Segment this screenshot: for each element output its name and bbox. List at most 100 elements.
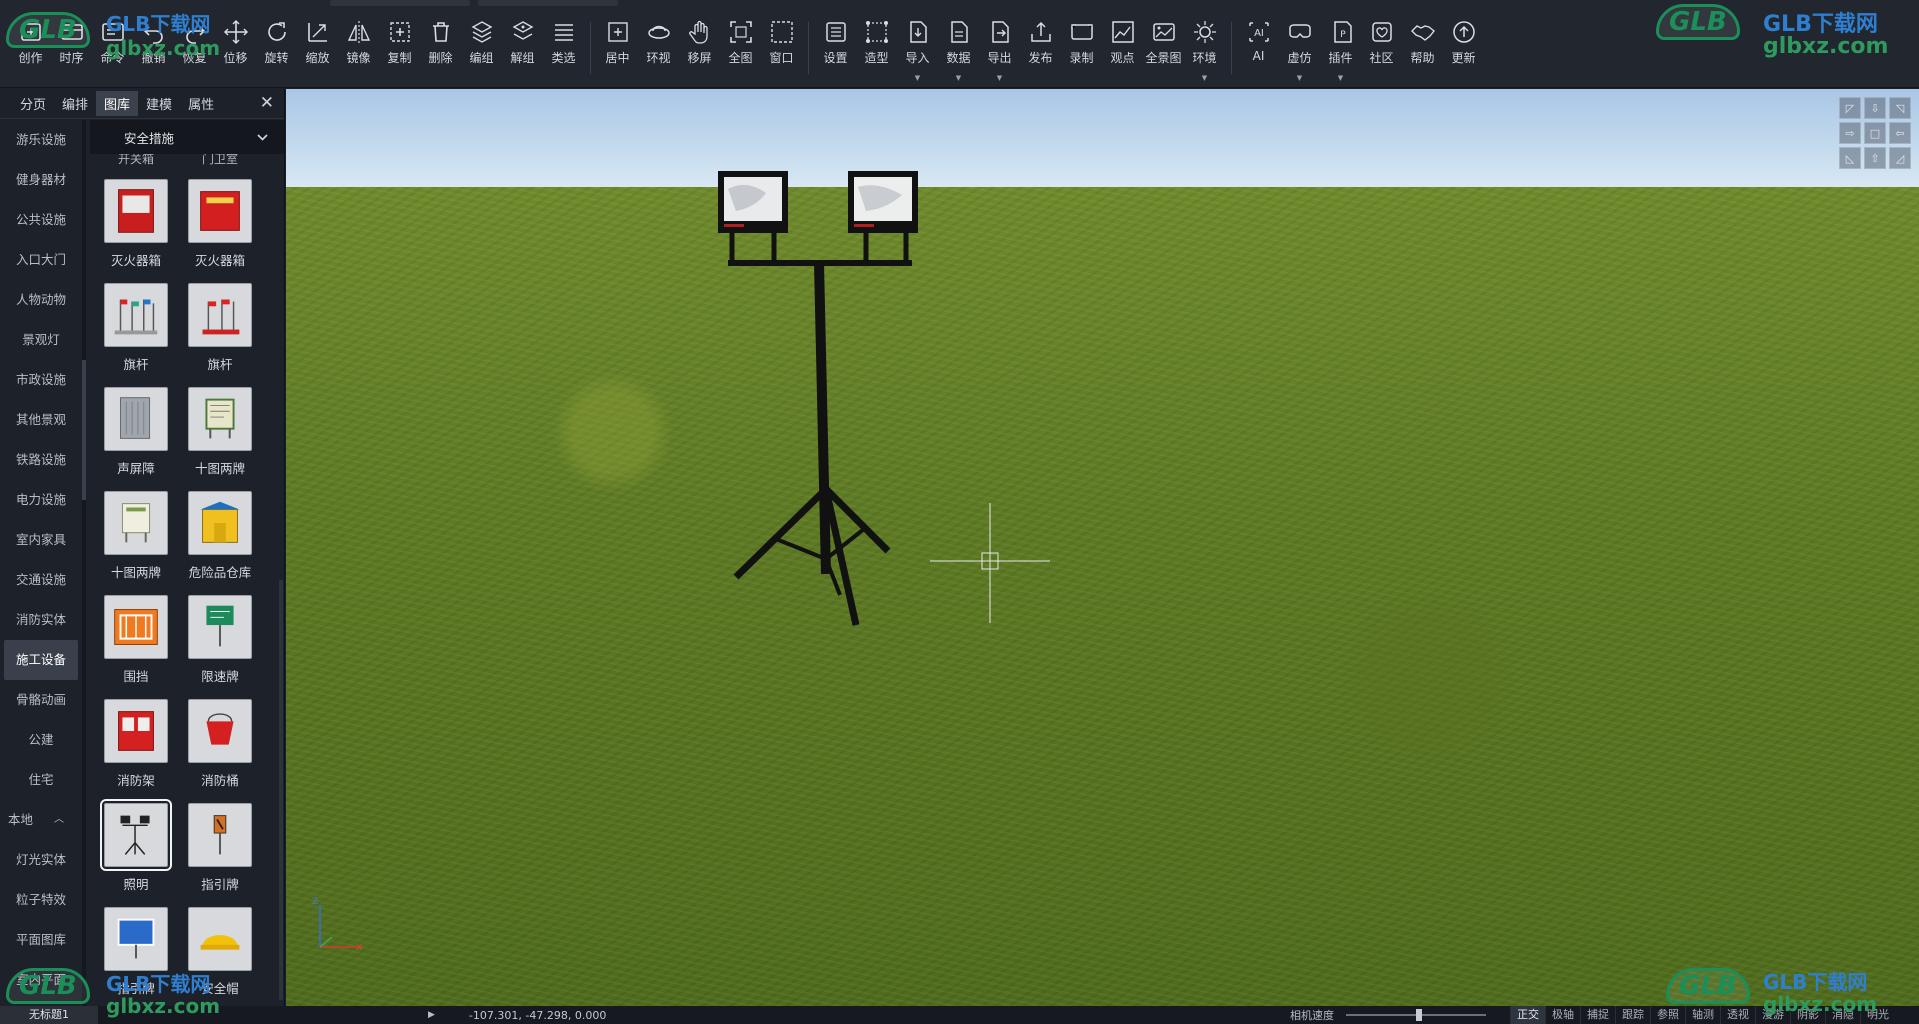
library-item[interactable]: 消防桶 <box>178 686 262 790</box>
view-nav-button[interactable]: ⇦ <box>1889 122 1911 144</box>
library-scrollbar[interactable] <box>279 580 283 1000</box>
view-nav-button[interactable]: ⇨ <box>1839 122 1861 144</box>
status-toggle[interactable]: 漫游 <box>1755 1006 1790 1024</box>
status-toggle[interactable]: 跟踪 <box>1615 1006 1650 1024</box>
move-button[interactable]: 位移 <box>215 18 256 80</box>
category-item[interactable]: 室内平面 <box>0 960 82 1000</box>
category-item[interactable]: 人物动物 <box>0 280 82 320</box>
library-select[interactable]: 安全措施 <box>90 120 284 154</box>
rotate-button[interactable]: 旋转 <box>256 18 297 80</box>
local-section-header[interactable]: 本地 ︿ <box>0 800 82 840</box>
pan-button[interactable]: 移屏 <box>679 18 720 80</box>
view-nav-button[interactable]: □ <box>1864 122 1886 144</box>
community-button[interactable]: 社区 <box>1361 18 1402 80</box>
status-toggle[interactable]: 极轴 <box>1545 1006 1580 1024</box>
library-item[interactable]: 安全帽 <box>178 894 262 998</box>
publish-button[interactable]: 发布 <box>1020 18 1061 80</box>
category-item[interactable]: 游乐设施 <box>0 120 82 160</box>
document-tab[interactable]: 无标题1 <box>0 1006 98 1024</box>
mirror-button[interactable]: 镜像 <box>338 18 379 80</box>
library-item[interactable]: 十图两牌 <box>178 374 262 478</box>
view-nav-button[interactable]: ⇧ <box>1864 147 1886 169</box>
dropdown-caret-icon[interactable]: ▼ <box>915 74 920 82</box>
library-item[interactable]: 围挡 <box>94 582 178 686</box>
orbit-button[interactable]: 环视 <box>638 18 679 80</box>
dropdown-caret-icon[interactable]: ▼ <box>997 74 1002 82</box>
library-item[interactable]: 声屏障 <box>94 374 178 478</box>
status-toggle[interactable]: 透视 <box>1720 1006 1755 1024</box>
status-toggle[interactable]: 阴影 <box>1790 1006 1825 1024</box>
group-button[interactable]: 编组 <box>461 18 502 80</box>
3d-viewport[interactable]: ◸ ⇩ ◹ ⇨ □ ⇦ ◺ ⇧ ◿ Z X <box>286 89 1919 1006</box>
status-toggle[interactable]: 参照 <box>1650 1006 1685 1024</box>
library-item[interactable]: 限速牌 <box>178 582 262 686</box>
category-item[interactable]: 粒子特效 <box>0 880 82 920</box>
command-button[interactable]: 命令 <box>92 18 133 80</box>
ungroup-button[interactable]: 解组 <box>502 18 543 80</box>
help-button[interactable]: 帮助 <box>1402 18 1443 80</box>
dropdown-caret-icon[interactable]: ▼ <box>1297 74 1302 82</box>
fit-all-button[interactable]: 全图 <box>720 18 761 80</box>
library-item[interactable]: 灭火器箱 <box>94 166 178 270</box>
view-nav-button[interactable]: ◿ <box>1889 147 1911 169</box>
category-item[interactable]: 骨骼动画 <box>0 680 82 720</box>
dropdown-caret-icon[interactable]: ▼ <box>1338 74 1343 82</box>
panel-tab[interactable]: 分页 <box>12 91 54 116</box>
category-item[interactable]: 市政设施 <box>0 360 82 400</box>
library-item[interactable]: 十图两牌 <box>94 478 178 582</box>
library-item[interactable]: 指引牌 <box>94 894 178 998</box>
library-item[interactable]: 危险品仓库 <box>178 478 262 582</box>
category-item[interactable]: 铁路设施 <box>0 440 82 480</box>
category-item[interactable]: 交通设施 <box>0 560 82 600</box>
library-item[interactable]: 指引牌 <box>178 790 262 894</box>
panorama-button[interactable]: 全景图 <box>1143 18 1184 80</box>
status-toggle[interactable]: 正交 <box>1510 1006 1545 1024</box>
dropdown-caret-icon[interactable]: ▼ <box>956 74 961 82</box>
status-toggle[interactable]: 明光 <box>1860 1006 1895 1024</box>
settings-button[interactable]: 设置 <box>815 18 856 80</box>
camera-speed-slider[interactable] <box>1346 1009 1486 1021</box>
copy-button[interactable]: 复制 <box>379 18 420 80</box>
status-toggle[interactable]: 轴测 <box>1685 1006 1720 1024</box>
chevron-up-icon[interactable]: ︿ <box>54 800 64 840</box>
modeling-button[interactable]: 造型 <box>856 18 897 80</box>
dropdown-caret-icon[interactable]: ▼ <box>1202 74 1207 82</box>
view-nav-button[interactable]: ◹ <box>1889 97 1911 119</box>
category-item[interactable]: 公共设施 <box>0 200 82 240</box>
redo-button[interactable]: 恢复 <box>174 18 215 80</box>
library-item[interactable]: 照明 <box>94 790 178 894</box>
timeline-button[interactable]: 时序 <box>51 18 92 80</box>
viewpoint-button[interactable]: 观点 <box>1102 18 1143 80</box>
record-button[interactable]: 录制 <box>1061 18 1102 80</box>
panel-tab[interactable]: 图库 <box>96 91 139 116</box>
library-item[interactable]: 灭火器箱 <box>178 166 262 270</box>
ai-button[interactable]: AI AI <box>1238 18 1279 80</box>
view-nav-button[interactable]: ⇩ <box>1864 97 1886 119</box>
library-item[interactable]: 旗杆 <box>94 270 178 374</box>
update-button[interactable]: 更新 <box>1443 18 1484 80</box>
category-item[interactable]: 消防实体 <box>0 600 82 640</box>
vr-button[interactable]: 虚仿 ▼ <box>1279 18 1320 82</box>
select-type-button[interactable]: 类选 <box>543 18 584 80</box>
plugin-button[interactable]: P 插件 ▼ <box>1320 18 1361 82</box>
create-button[interactable]: 创作 <box>10 18 51 80</box>
play-icon[interactable]: ▶ <box>428 1010 435 1020</box>
environment-button[interactable]: 环境 ▼ <box>1184 18 1225 82</box>
category-item[interactable]: 灯光实体 <box>0 840 82 880</box>
library-item[interactable]: 旗杆 <box>178 270 262 374</box>
category-item[interactable]: 室内家具 <box>0 520 82 560</box>
library-item[interactable]: 消防架 <box>94 686 178 790</box>
undo-button[interactable]: 撤销 <box>133 18 174 80</box>
category-item[interactable]: 电力设施 <box>0 480 82 520</box>
view-nav-button[interactable]: ◺ <box>1839 147 1861 169</box>
category-item[interactable]: 景观灯 <box>0 320 82 360</box>
center-button[interactable]: 居中 <box>597 18 638 80</box>
panel-tab[interactable]: 属性 <box>180 91 222 116</box>
category-item[interactable]: 其他景观 <box>0 400 82 440</box>
panel-tab[interactable]: 编排 <box>54 91 96 116</box>
scale-button[interactable]: 缩放 <box>297 18 338 80</box>
category-item[interactable]: 公建 <box>0 720 82 760</box>
import-button[interactable]: 导入 ▼ <box>897 18 938 82</box>
category-scrollbar[interactable] <box>82 120 86 1006</box>
view-nav-button[interactable]: ◸ <box>1839 97 1861 119</box>
